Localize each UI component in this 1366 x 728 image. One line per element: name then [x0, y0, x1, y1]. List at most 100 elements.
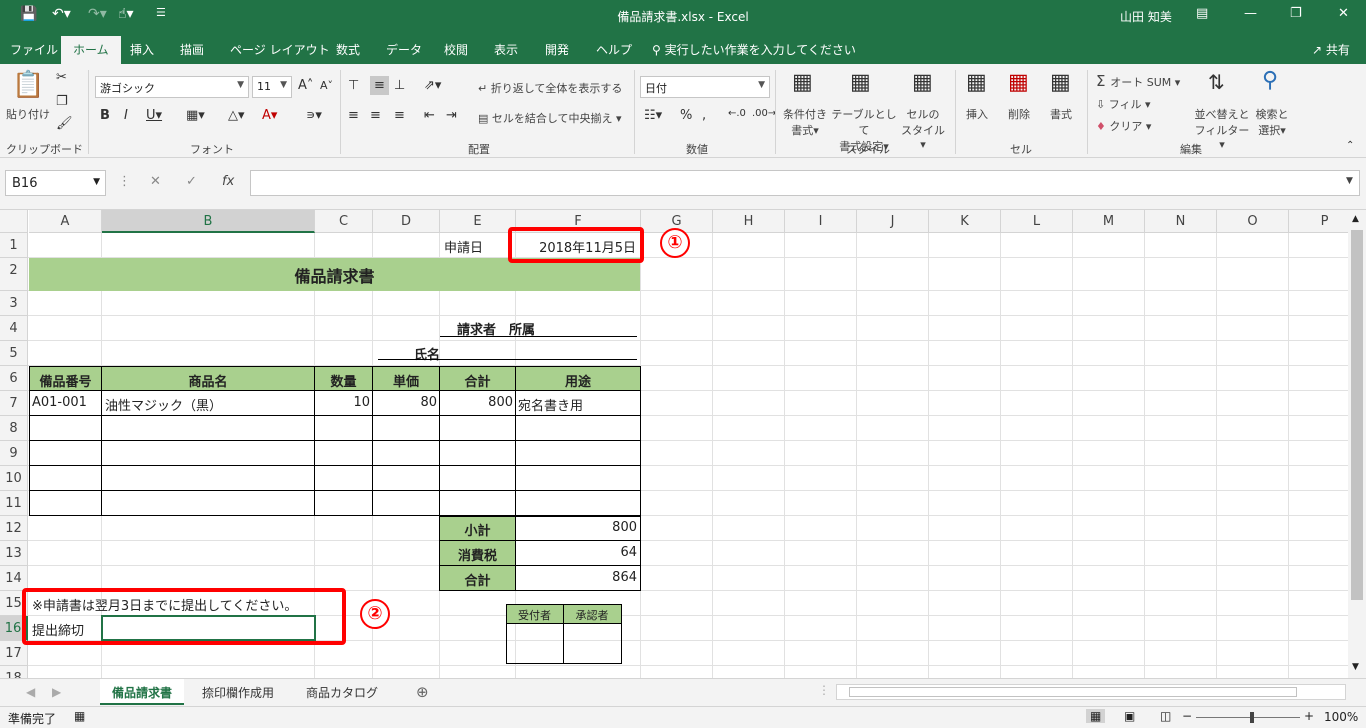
- row-header-2[interactable]: 2: [0, 258, 28, 291]
- phonetic-icon[interactable]: ∍▾: [306, 108, 322, 123]
- paste-button[interactable]: 貼り付け: [6, 106, 50, 122]
- align-center-icon[interactable]: ≡: [370, 108, 381, 123]
- table-cell[interactable]: [515, 440, 641, 466]
- column-header-l[interactable]: L: [1001, 210, 1073, 233]
- name-box[interactable]: B16 ▼: [5, 170, 106, 196]
- percent-icon[interactable]: %: [680, 108, 692, 123]
- tab-developer[interactable]: 開発: [545, 41, 569, 58]
- subtotal-value[interactable]: 800: [515, 520, 637, 535]
- table-cell[interactable]: [29, 490, 102, 516]
- table-cell[interactable]: [29, 465, 102, 491]
- table-cell[interactable]: [314, 465, 373, 491]
- tab-data[interactable]: データ: [386, 41, 422, 58]
- cut-icon[interactable]: ✂: [56, 70, 67, 85]
- copy-icon[interactable]: ❐: [56, 94, 68, 109]
- add-sheet-icon[interactable]: ⊕: [416, 683, 429, 701]
- tab-formulas[interactable]: 数式: [336, 41, 360, 58]
- borders-icon[interactable]: ▦▾: [186, 108, 205, 123]
- row-header-8[interactable]: 8: [0, 416, 28, 441]
- italic-icon[interactable]: I: [124, 108, 128, 123]
- cancel-icon[interactable]: ✕: [150, 174, 161, 189]
- tab-file[interactable]: ファイル: [10, 41, 58, 58]
- item-code[interactable]: A01-001: [32, 395, 87, 410]
- find-icon[interactable]: ⚲: [1262, 68, 1278, 93]
- tab-split-icon[interactable]: ⋮: [818, 683, 830, 697]
- page-layout-view-icon[interactable]: ▣: [1124, 709, 1135, 723]
- row-header-9[interactable]: 9: [0, 441, 28, 466]
- table-cell[interactable]: [439, 415, 516, 441]
- tab-insert[interactable]: 挿入: [130, 41, 154, 58]
- bold-icon[interactable]: B: [100, 108, 110, 123]
- column-header-c[interactable]: C: [315, 210, 373, 233]
- table-cell[interactable]: [372, 440, 440, 466]
- row-header-1[interactable]: 1: [0, 233, 28, 258]
- table-cell[interactable]: [314, 490, 373, 516]
- autosum-button[interactable]: Σ オート SUM ▾: [1096, 72, 1180, 90]
- tab-view[interactable]: 表示: [494, 41, 518, 58]
- zoom-thumb[interactable]: [1250, 712, 1254, 723]
- expand-formula-icon[interactable]: ▼: [1346, 176, 1353, 186]
- table-cell[interactable]: [372, 415, 440, 441]
- align-right-icon[interactable]: ≡: [394, 108, 405, 123]
- format-cells-button[interactable]: 書式: [1050, 106, 1072, 122]
- zoom-level[interactable]: 100%: [1324, 710, 1358, 724]
- sheet-tab-request[interactable]: 備品請求書: [100, 679, 185, 705]
- next-sheet-icon[interactable]: ▶: [52, 685, 61, 699]
- align-bottom-icon[interactable]: ⊥: [394, 78, 405, 93]
- row-header-13[interactable]: 13: [0, 541, 28, 566]
- table-cell[interactable]: [439, 465, 516, 491]
- table-cell[interactable]: [515, 465, 641, 491]
- table-cell[interactable]: [314, 440, 373, 466]
- align-left-icon[interactable]: ≡: [348, 108, 359, 123]
- sheet-tab-catalog[interactable]: 商品カタログ: [294, 679, 390, 705]
- table-cell[interactable]: [515, 415, 641, 441]
- h-scroll-thumb[interactable]: [849, 687, 1297, 697]
- item-price[interactable]: 80: [372, 395, 437, 410]
- row-header-5[interactable]: 5: [0, 341, 28, 366]
- tab-help[interactable]: ヘルプ: [596, 41, 632, 58]
- ribbon-display-icon[interactable]: ▤: [1196, 6, 1208, 21]
- cell-styles-button[interactable]: セルの スタイル▾: [900, 106, 946, 151]
- format-cells-icon[interactable]: ▦: [1050, 70, 1071, 95]
- sheet-title[interactable]: 備品請求書: [29, 263, 640, 287]
- comma-style-icon[interactable]: ,: [702, 108, 706, 123]
- table-cell[interactable]: [515, 490, 641, 516]
- table-cell[interactable]: [314, 415, 373, 441]
- shrink-font-icon[interactable]: A˅: [320, 79, 333, 92]
- wrap-text-button[interactable]: ↵ 折り返して全体を表示する: [478, 80, 622, 96]
- worksheet-grid[interactable]: ABCDEFGHIJKLMNOP 1 2 3 4 5 6 7 8 9 10 11 12 13 14 15 16…: [0, 210, 1366, 678]
- page-break-view-icon[interactable]: ◫: [1160, 709, 1171, 723]
- clear-button[interactable]: ♦ クリア ▾: [1096, 118, 1151, 134]
- scroll-thumb[interactable]: [1351, 230, 1363, 600]
- font-color-icon[interactable]: A▾: [262, 108, 277, 123]
- column-header-e[interactable]: E: [440, 210, 516, 233]
- formula-input[interactable]: [250, 170, 1360, 196]
- delete-cells-icon[interactable]: ▦: [1008, 70, 1029, 95]
- align-middle-icon[interactable]: ≡: [370, 76, 389, 95]
- row-header-10[interactable]: 10: [0, 466, 28, 491]
- row-header-3[interactable]: 3: [0, 291, 28, 316]
- table-cell[interactable]: [29, 415, 102, 441]
- macro-record-icon[interactable]: ▦: [74, 709, 85, 723]
- tab-review[interactable]: 校閲: [444, 41, 468, 58]
- item-name[interactable]: 油性マジック（黒）: [105, 395, 222, 414]
- table-cell[interactable]: [439, 440, 516, 466]
- fill-color-icon[interactable]: △▾: [228, 108, 245, 123]
- insert-cells-icon[interactable]: ▦: [966, 70, 987, 95]
- orientation-icon[interactable]: ⇗▾: [424, 78, 441, 93]
- sort-filter-button[interactable]: 並べ替えと フィルター▾: [1194, 106, 1250, 151]
- column-header-i[interactable]: I: [785, 210, 857, 233]
- column-header-k[interactable]: K: [929, 210, 1001, 233]
- minimize-icon[interactable]: —: [1244, 6, 1257, 21]
- fill-button[interactable]: ⇩ フィル ▾: [1096, 96, 1151, 112]
- row-header-4[interactable]: 4: [0, 316, 28, 341]
- find-select-button[interactable]: 検索と 選択▾: [1252, 106, 1292, 138]
- row-header-12[interactable]: 12: [0, 516, 28, 541]
- number-format-select[interactable]: 日付 ▼: [640, 76, 770, 98]
- insert-cells-button[interactable]: 挿入: [966, 106, 988, 122]
- align-top-icon[interactable]: ⊤: [348, 78, 359, 93]
- tab-draw[interactable]: 描画: [180, 41, 204, 58]
- select-all-corner[interactable]: [0, 210, 28, 233]
- close-icon[interactable]: ✕: [1338, 6, 1349, 21]
- column-header-b[interactable]: B: [102, 210, 315, 233]
